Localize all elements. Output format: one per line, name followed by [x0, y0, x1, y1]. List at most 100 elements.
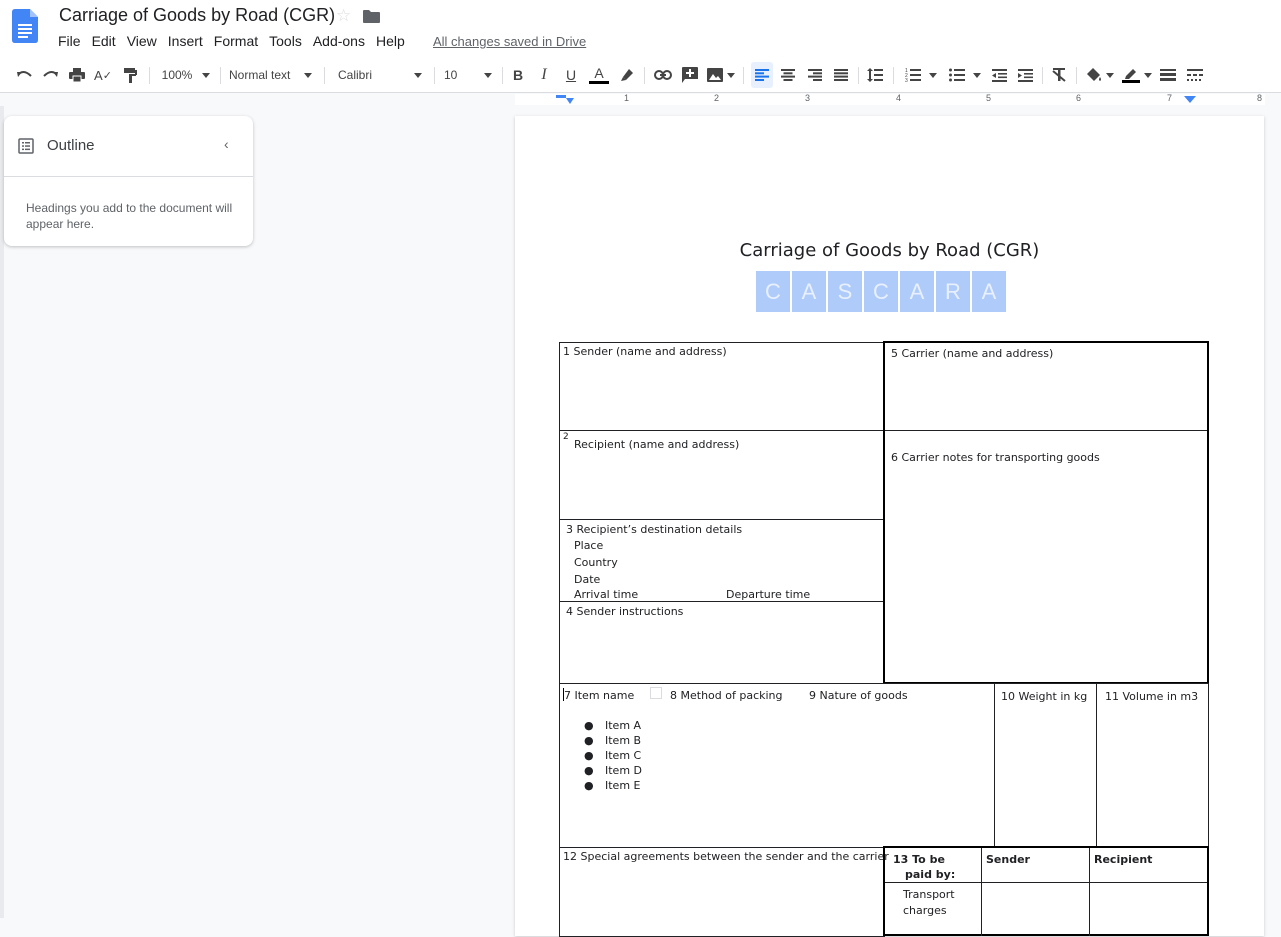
undo-icon[interactable]: [14, 58, 34, 92]
menu-view[interactable]: View: [127, 33, 157, 49]
recipient-cell[interactable]: 2 Recipient (name and address): [559, 430, 885, 520]
highlight-icon[interactable]: [618, 58, 636, 92]
divider: [885, 882, 981, 883]
destination-cell[interactable]: 3 Recipient’s destination details Place …: [559, 519, 885, 602]
right-indent-marker-icon[interactable]: [1184, 96, 1196, 104]
chevron-down-icon: [484, 72, 492, 78]
ruler-mark: 2: [714, 93, 720, 103]
transport-charges-label-2: charges: [903, 904, 947, 917]
chevron-down-icon: [1105, 72, 1114, 78]
border-color-icon[interactable]: [1121, 58, 1153, 92]
clear-formatting-icon[interactable]: [1049, 58, 1069, 92]
underline-icon[interactable]: U: [562, 58, 580, 92]
volume-cell[interactable]: 11 Volume in m3: [1096, 683, 1209, 848]
nature-goods-label: 9 Nature of goods: [809, 689, 908, 702]
save-status-link[interactable]: All changes saved in Drive: [433, 34, 586, 49]
weight-label: 10 Weight in kg: [1001, 690, 1088, 703]
transport-charges-label: Transport: [903, 888, 955, 901]
country-label: Country: [574, 556, 618, 569]
toolbar-divider: [1076, 67, 1077, 84]
docs-logo-icon[interactable]: [12, 9, 38, 43]
toolbar-divider: [644, 67, 645, 84]
list-item: Item B: [605, 734, 642, 747]
divider: [885, 430, 1207, 431]
border-dash-icon[interactable]: [1185, 58, 1205, 92]
carrier-label: 5 Carrier (name and address): [891, 347, 1054, 360]
arrival-time-label: Arrival time: [574, 588, 639, 601]
bullet-icon: ●: [584, 764, 594, 777]
insert-image-icon[interactable]: [705, 58, 737, 92]
menu-help[interactable]: Help: [376, 33, 405, 49]
menu-file[interactable]: File: [58, 33, 81, 49]
zoom-value: 100%: [161, 68, 193, 82]
outline-hint: Headings you add to the document will ap…: [26, 201, 233, 231]
increase-indent-icon[interactable]: [1015, 58, 1035, 92]
bold-icon[interactable]: B: [509, 58, 527, 92]
special-agreements-cell[interactable]: 12 Special agreements between the sender…: [559, 847, 889, 937]
print-icon[interactable]: [67, 58, 87, 92]
line-spacing-icon[interactable]: [865, 58, 885, 92]
recipient-number: 2: [563, 432, 569, 442]
toolbar-divider: [502, 67, 503, 84]
list-item: Item C: [605, 749, 642, 762]
items-cell[interactable]: 7 Item name 8 Method of packing 9 Nature…: [559, 683, 995, 848]
divider: [1089, 848, 1090, 936]
style-select[interactable]: Normal text: [229, 58, 317, 92]
chevron-left-icon[interactable]: ‹: [224, 136, 229, 152]
document-page[interactable]: Carriage of Goods by Road (CGR) C A S C …: [515, 116, 1264, 937]
italic-icon[interactable]: I: [535, 58, 553, 92]
document-title[interactable]: Carriage of Goods by Road (CGR): [59, 5, 335, 26]
chevron-down-icon: [972, 72, 981, 78]
spellcheck-icon[interactable]: A ✓: [93, 58, 113, 92]
logo-letter: C: [756, 271, 790, 312]
special-agreements-label: 12 Special agreements between the sender…: [563, 850, 889, 863]
divider: [981, 848, 982, 936]
list-item: Item E: [605, 779, 641, 792]
weight-cell[interactable]: 10 Weight in kg: [994, 683, 1097, 848]
toolbar-divider: [324, 67, 325, 84]
sender-instructions-cell[interactable]: 4 Sender instructions: [559, 601, 885, 684]
decrease-indent-icon[interactable]: [989, 58, 1009, 92]
departure-time-label: Departure time: [726, 588, 811, 601]
add-comment-icon[interactable]: [680, 58, 700, 92]
menu-edit[interactable]: Edit: [92, 33, 116, 49]
align-center-icon[interactable]: [778, 58, 798, 92]
document-heading: Carriage of Goods by Road (CGR): [739, 240, 1040, 261]
menu-format[interactable]: Format: [214, 33, 258, 49]
place-label: Place: [574, 539, 604, 552]
border-width-icon[interactable]: [1158, 58, 1178, 92]
font-size-select[interactable]: 10: [444, 58, 496, 92]
redo-icon[interactable]: [41, 58, 61, 92]
menu-insert[interactable]: Insert: [168, 33, 203, 49]
style-value: Normal text: [229, 68, 291, 82]
font-select[interactable]: Calibri: [338, 58, 428, 92]
text-color-icon[interactable]: A: [588, 58, 610, 92]
align-right-icon[interactable]: [805, 58, 825, 92]
chevron-down-icon: [726, 72, 735, 78]
align-left-icon[interactable]: [751, 62, 773, 88]
outline-panel: Outline ‹ Headings you add to the docume…: [4, 116, 253, 246]
logo-letter: R: [936, 271, 970, 312]
link-icon[interactable]: [652, 58, 674, 92]
indent-marker-icon[interactable]: [556, 95, 580, 105]
bulleted-list-icon[interactable]: [946, 58, 984, 92]
paid-by-label: 13 To be: [893, 853, 945, 866]
chevron-down-icon: [202, 72, 211, 78]
ruler-mark: 7: [1167, 93, 1173, 103]
folder-icon[interactable]: [363, 10, 380, 23]
sender-column-header: Sender: [986, 853, 1030, 866]
star-icon[interactable]: ☆: [336, 6, 351, 26]
fill-color-icon[interactable]: [1084, 58, 1116, 92]
bullet-icon: ●: [584, 719, 594, 732]
ruler-mark: 6: [1076, 93, 1082, 103]
paint-format-icon[interactable]: [120, 58, 140, 92]
bullet-icon: ●: [584, 734, 594, 747]
justify-icon[interactable]: [831, 58, 851, 92]
numbered-list-icon[interactable]: 123: [902, 58, 940, 92]
menu-addons[interactable]: Add-ons: [313, 33, 365, 49]
zoom-select[interactable]: 100%: [159, 58, 213, 92]
horizontal-ruler[interactable]: 1 2 3 4 5 6 7 8: [0, 93, 1281, 106]
menu-tools[interactable]: Tools: [269, 33, 302, 49]
dropdown-chevron-icon[interactable]: [650, 687, 662, 699]
sender-cell[interactable]: 1 Sender (name and address): [559, 342, 885, 431]
